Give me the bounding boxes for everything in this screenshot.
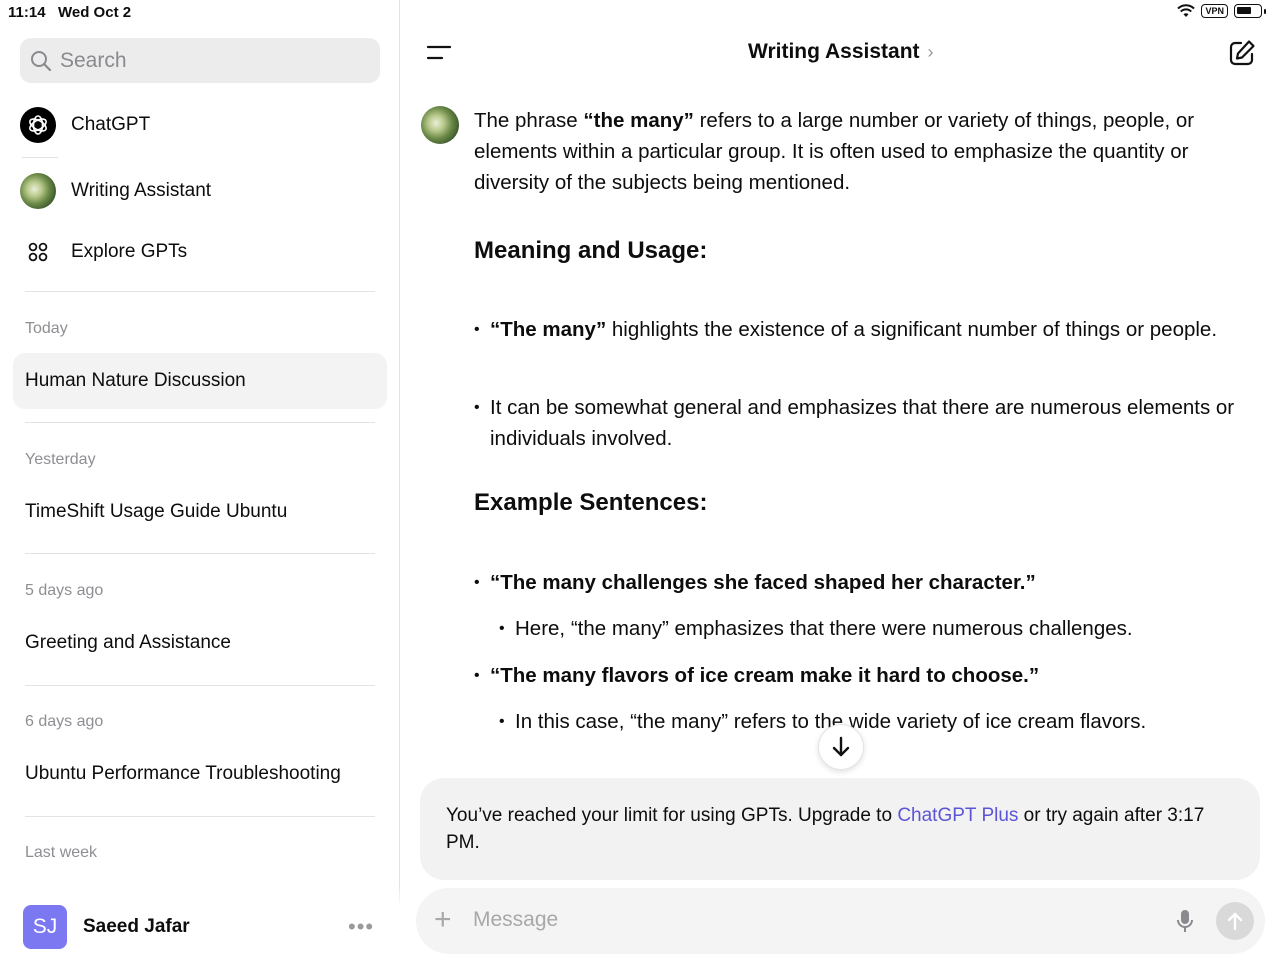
upgrade-link[interactable]: ChatGPT Plus — [897, 805, 1018, 826]
bullet-text: highlights the existence of a significan… — [606, 318, 1218, 341]
sidebar-toggle-icon[interactable] — [425, 40, 455, 66]
more-options-icon[interactable]: ••• — [348, 916, 374, 938]
message-intro: The phrase “the many” refers to a large … — [474, 105, 1244, 198]
send-button[interactable] — [1216, 902, 1254, 940]
section-label-last-week: Last week — [25, 844, 98, 861]
list-item: In this case, “the many” refers to the w… — [499, 706, 1244, 737]
writing-assistant-avatar — [20, 173, 56, 209]
heading-meaning-usage: Meaning and Usage: — [474, 237, 708, 264]
message-composer[interactable]: + Message — [416, 888, 1265, 954]
wifi-icon — [1177, 4, 1196, 17]
list-item: Here, “the many” emphasizes that there w… — [499, 613, 1244, 644]
example-sentence: “The many challenges she faced shaped he… — [490, 571, 1036, 594]
chat-item[interactable]: Greeting and Assistance — [13, 615, 387, 671]
status-date: Wed Oct 2 — [58, 4, 132, 21]
section-label-5-days-ago: 5 days ago — [25, 582, 104, 599]
sidebar-item-label: Explore GPTs — [71, 241, 188, 262]
battery-icon — [1234, 4, 1262, 18]
status-bar: 11:14 Wed Oct 2 VPN — [0, 0, 1280, 26]
chat-item[interactable]: Human Nature Discussion — [13, 353, 387, 409]
sidebar-item-label: Writing Assistant — [71, 180, 212, 201]
divider — [25, 553, 375, 554]
search-input[interactable]: Search — [20, 38, 380, 83]
limit-banner: You’ve reached your limit for using GPTs… — [420, 778, 1260, 880]
arrow-up-icon — [1227, 912, 1243, 931]
list-item: It can be somewhat general and emphasize… — [474, 392, 1244, 454]
page-title-text: Writing Assistant — [748, 40, 920, 63]
avatar[interactable]: SJ — [23, 905, 67, 949]
bullet-text: It can be somewhat general and emphasize… — [490, 396, 1235, 450]
heading-example-sentences: Example Sentences: — [474, 489, 708, 516]
status-indicators: VPN — [1177, 4, 1266, 18]
arrow-down-icon — [832, 736, 850, 757]
openai-logo-icon — [20, 107, 56, 143]
plus-icon[interactable]: + — [434, 905, 452, 935]
message-input[interactable]: Message — [473, 908, 558, 932]
page-title[interactable]: Writing Assistant › — [748, 40, 934, 64]
search-placeholder: Search — [60, 48, 127, 72]
list-item: “The many challenges she faced shaped he… — [474, 567, 1244, 598]
divider — [25, 816, 375, 817]
battery-tip — [1264, 8, 1266, 14]
intro-bold: “the many” — [583, 109, 694, 132]
section-label-yesterday: Yesterday — [25, 451, 96, 468]
bullet-bold: “The many” — [490, 318, 607, 341]
intro-prefix: The phrase — [474, 109, 584, 132]
example-explanation: Here, “the many” emphasizes that there w… — [515, 617, 1133, 640]
sidebar-item-label: ChatGPT — [71, 114, 151, 135]
grid-icon — [20, 234, 56, 270]
chevron-right-icon: › — [927, 41, 934, 62]
sidebar: Search ChatGPT Writing Assistant Explore… — [0, 0, 400, 960]
microphone-icon[interactable] — [1175, 908, 1195, 934]
chat-item[interactable]: TimeShift Usage Guide Ubuntu — [13, 484, 387, 540]
section-label-today: Today — [25, 320, 68, 337]
search-icon — [31, 50, 52, 71]
divider — [25, 685, 375, 686]
divider — [25, 291, 375, 292]
assistant-avatar — [421, 106, 459, 144]
list-item: “The many” highlights the existence of a… — [474, 314, 1244, 345]
scroll-to-bottom-button[interactable] — [818, 724, 864, 770]
section-label-6-days-ago: 6 days ago — [25, 713, 104, 730]
vpn-badge: VPN — [1201, 4, 1228, 18]
limit-text: You’ve reached your limit for using GPTs… — [446, 805, 898, 826]
example-sentence: “The many flavors of ice cream make it h… — [490, 664, 1040, 687]
list-item: “The many flavors of ice cream make it h… — [474, 660, 1244, 691]
chat-item[interactable]: Ubuntu Performance Troubleshooting — [13, 746, 387, 802]
sidebar-item-chatgpt[interactable]: ChatGPT — [20, 100, 380, 150]
chat-main: Writing Assistant › The phrase “the many… — [401, 0, 1280, 960]
sidebar-item-writing-assistant[interactable]: Writing Assistant — [20, 166, 380, 216]
divider — [22, 157, 58, 158]
divider — [25, 422, 375, 423]
status-time: 11:14 — [8, 4, 46, 21]
new-chat-icon[interactable] — [1227, 38, 1257, 68]
user-name[interactable]: Saeed Jafar — [83, 916, 190, 938]
sidebar-item-explore-gpts[interactable]: Explore GPTs — [20, 227, 380, 277]
assistant-message: The phrase “the many” refers to a large … — [474, 105, 1244, 737]
